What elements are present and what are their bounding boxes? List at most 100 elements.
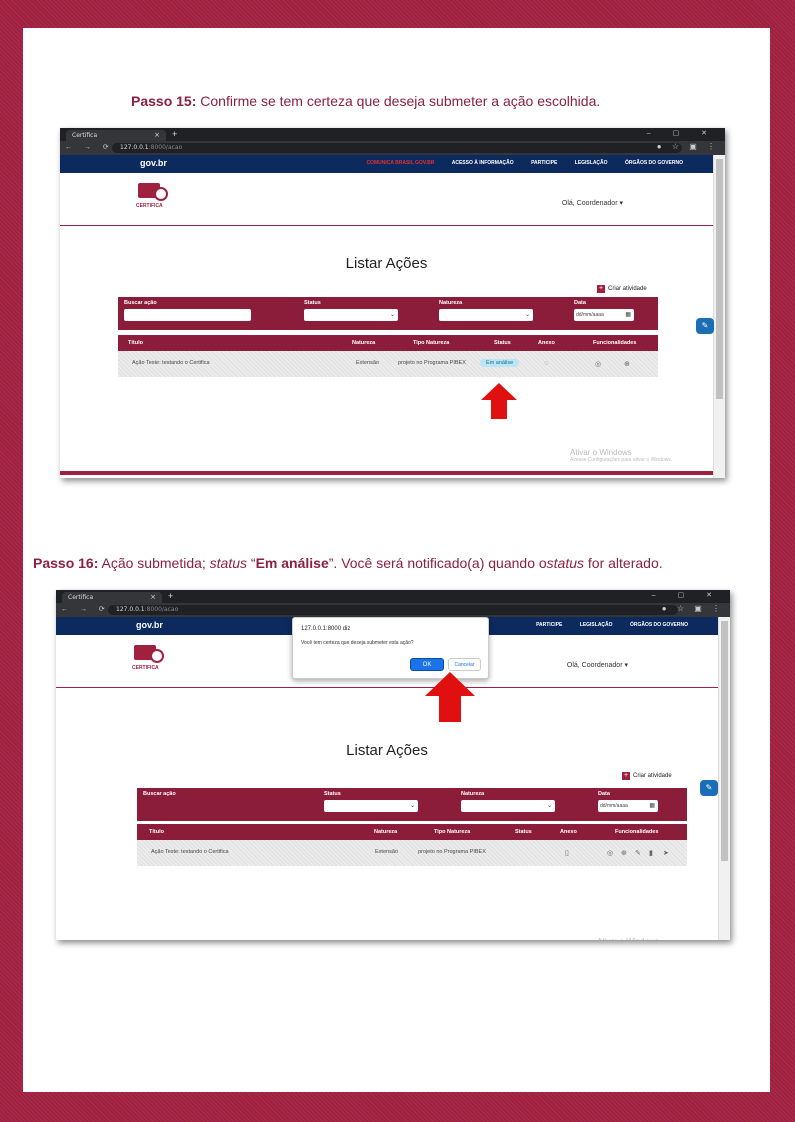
date-label: Data [574, 300, 586, 306]
browser-toolbar: ← → ⟳ ⌂ 127.0.0.1:8000/acao ● ☆ ▣ ⋮ [56, 603, 730, 617]
browser-toolbar: ← → ⟳ ⌂ 127.0.0.1:8000/acao ● ☆ ▣ ⋮ [60, 141, 725, 155]
create-activity-button[interactable]: + Criar atividade [622, 772, 672, 780]
gov-link[interactable]: COMUNICA BRASIL GOV.BR [366, 160, 434, 166]
user-menu[interactable]: Olá, Coordenador ▾ [567, 661, 628, 669]
send-icon[interactable]: ➤ [663, 849, 669, 857]
col-attachment: Anexo [560, 829, 577, 835]
site-header: CERTIFICA Olá, Coordenador ▾ [60, 173, 713, 226]
date-input[interactable]: dd/mm/aaaa ▦ [574, 309, 634, 321]
gov-link[interactable]: PARTICIPE [531, 160, 557, 166]
date-placeholder: dd/mm/aaaa [600, 803, 628, 809]
filter-bar: Buscar ação Status ⌄ Natureza ⌄ Data dd/… [137, 788, 687, 821]
status-badge[interactable]: Em análise [480, 359, 520, 367]
scrollbar-thumb[interactable] [716, 159, 723, 399]
create-activity-button[interactable]: + Criar atividade [597, 285, 647, 293]
step-15-label: Passo 15: [131, 93, 197, 109]
attachment-icon[interactable]: ▯ [565, 849, 569, 857]
nature-select[interactable]: ⌄ [461, 800, 555, 812]
window-controls[interactable]: ‒ ▢ ✕ [647, 129, 717, 137]
delete-icon[interactable]: ▮ [649, 849, 653, 857]
footer-line [60, 471, 713, 475]
status-label: Status [304, 300, 321, 306]
logo-label: CERTIFICA [136, 203, 163, 209]
col-functions: Funcionalidades [615, 829, 659, 835]
row-title: Ação Teste: testando o Certifica [132, 360, 210, 366]
date-input[interactable]: dd/mm/aaaa ▦ [598, 800, 658, 812]
col-nature-type: Tipo Natureza [434, 829, 471, 835]
filter-bar: Buscar ação Status ⌄ Natureza ⌄ Data dd/… [118, 297, 658, 330]
edit-icon[interactable]: ✎ [635, 849, 641, 857]
scrollbar[interactable] [713, 155, 725, 478]
ok-button[interactable]: OK [410, 658, 444, 671]
step-15-caption: Passo 15: Confirme se tem certeza que de… [131, 93, 600, 109]
screenshot-step-16: Certifica × + ‒ ▢ ✕ ← → ⟳ ⌂ 127.0.0.1:80… [56, 590, 730, 940]
step-16-caption: Passo 16: Ação submetida; status “Em aná… [33, 555, 663, 571]
address-bar[interactable]: 127.0.0.1:8000/acao [112, 143, 682, 153]
step-16-text-b: “ [247, 555, 256, 571]
step-15-text: Confirme se tem certeza que deseja subme… [200, 93, 601, 109]
add-icon[interactable]: ⊕ [624, 360, 630, 368]
status-word: status [209, 555, 248, 571]
seal-icon [150, 649, 164, 663]
close-tab-icon[interactable]: × [150, 593, 156, 601]
add-icon[interactable]: ⊕ [621, 849, 627, 857]
search-label: Buscar ação [143, 791, 176, 797]
view-icon[interactable]: ◎ [607, 849, 613, 857]
scrollbar[interactable] [718, 617, 730, 940]
browser-tab[interactable]: Certifica × [66, 130, 166, 141]
gov-logo[interactable]: gov.br [136, 620, 163, 630]
new-tab-icon[interactable]: + [168, 591, 173, 601]
certifica-logo[interactable]: CERTIFICA [132, 643, 172, 671]
translate-icon[interactable]: ✎ [700, 780, 718, 796]
scrollbar-thumb[interactable] [721, 621, 728, 861]
confirm-dialog: 127.0.0.1:8000 diz Você tem certeza que … [292, 617, 489, 679]
gov-logo[interactable]: gov.br [140, 158, 167, 168]
new-tab-icon[interactable]: + [172, 129, 177, 139]
url-path: :8000/acao [148, 144, 183, 151]
col-nature-type: Tipo Natureza [413, 340, 450, 346]
red-arrow-up-icon [481, 383, 517, 419]
logo-label: CERTIFICA [132, 665, 159, 671]
extensions-icon[interactable]: ● ☆ ▣ ⋮ [657, 142, 719, 151]
step-16-label: Passo 16: [33, 555, 99, 571]
user-menu[interactable]: Olá, Coordenador ▾ [562, 199, 623, 207]
tab-title: Certifica [72, 132, 98, 139]
create-activity-label: Criar atividade [608, 286, 647, 292]
table-row: Ação Teste: testando o Certifica Extensã… [118, 351, 658, 377]
row-nature: Extensão [375, 849, 398, 855]
address-bar[interactable]: 127.0.0.1:8000/acao [108, 605, 678, 615]
dialog-host: 127.0.0.1:8000 diz [301, 626, 351, 632]
window-controls[interactable]: ‒ ▢ ✕ [652, 591, 722, 599]
status-label: Status [324, 791, 341, 797]
status-select[interactable]: ⌄ [324, 800, 418, 812]
calendar-icon: ▦ [649, 803, 655, 809]
certifica-logo[interactable]: CERTIFICA [136, 181, 176, 209]
step-16-text-d: for alterado. [584, 555, 663, 571]
view-icon[interactable]: ◎ [595, 360, 601, 368]
cancel-button[interactable]: Cancelar [448, 658, 481, 671]
search-input[interactable] [124, 309, 251, 321]
date-placeholder: dd/mm/aaaa [576, 312, 604, 318]
nature-select[interactable]: ⌄ [439, 309, 533, 321]
gov-link[interactable]: PARTICIPE [536, 622, 562, 628]
extensions-icon[interactable]: ● ☆ ▣ ⋮ [662, 604, 724, 613]
translate-icon[interactable]: ✎ [696, 318, 714, 334]
status-select[interactable]: ⌄ [304, 309, 398, 321]
windows-watermark: Ativar o Windows Acesse Configurações pa… [570, 448, 672, 463]
gov-link[interactable]: ÓRGÃOS DO GOVERNO [630, 622, 688, 628]
close-tab-icon[interactable]: × [154, 131, 160, 139]
table-header: Título Natureza Tipo Natureza Status Ane… [137, 824, 687, 840]
status-word-2: status [546, 555, 585, 571]
gov-links: COMUNICA BRASIL GOV.BR ACESSO À INFORMAÇ… [350, 160, 683, 166]
gov-link[interactable]: ACESSO À INFORMAÇÃO [452, 160, 514, 166]
calendar-icon: ▦ [625, 312, 631, 318]
col-title: Título [128, 340, 143, 346]
gov-link[interactable]: LEGISLAÇÃO [580, 622, 613, 628]
chevron-down-icon: ⌄ [389, 312, 395, 318]
attachment-icon[interactable]: ◌ [544, 360, 548, 367]
create-activity-label: Criar atividade [633, 773, 672, 779]
gov-link[interactable]: ÓRGÃOS DO GOVERNO [625, 160, 683, 166]
step-16-text-a: Ação submetida; [101, 555, 210, 571]
browser-tab[interactable]: Certifica × [62, 592, 162, 603]
gov-link[interactable]: LEGISLAÇÃO [575, 160, 608, 166]
